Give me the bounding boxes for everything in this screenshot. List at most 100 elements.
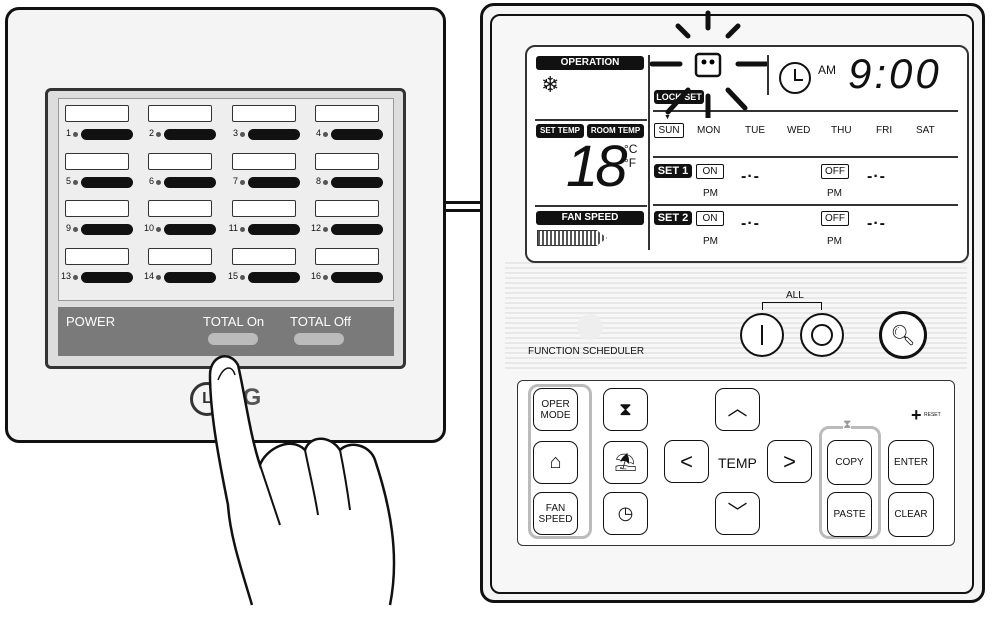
day-fri: FRI — [876, 125, 893, 136]
unit-display — [315, 248, 379, 265]
unit-led — [240, 180, 245, 185]
unit-number: 5 — [65, 176, 71, 186]
fahrenheit-unit: °F — [624, 156, 637, 170]
day-thu: THU — [831, 125, 852, 136]
unit-led — [156, 275, 161, 280]
time-display: 9:00 — [848, 50, 942, 97]
set1-on-time: -·- — [741, 168, 760, 185]
unit-number: 13 — [60, 271, 71, 281]
right-button[interactable]: > — [767, 440, 812, 483]
fan-speed-label: FAN SPEED — [536, 211, 644, 225]
unit-led — [240, 227, 245, 232]
all-on-button[interactable] — [740, 313, 784, 357]
lcd-divider — [767, 55, 769, 95]
up-button[interactable]: ︿ — [715, 388, 760, 431]
unit-button[interactable] — [248, 177, 300, 188]
copy-button[interactable]: COPY — [827, 440, 872, 485]
unit-button[interactable] — [81, 177, 133, 188]
house-thermometer-icon: ⌂ — [549, 451, 562, 473]
hourglass-small-icon: ⧗ — [843, 417, 852, 432]
total-off-label: TOTAL Off — [290, 314, 351, 329]
unit-led — [323, 227, 328, 232]
oper-mode-button[interactable]: OPER MODE — [533, 388, 578, 431]
set2-on-time: -·- — [741, 215, 760, 232]
unit-button[interactable] — [164, 272, 216, 283]
unit-led — [240, 132, 245, 137]
unit-button[interactable] — [164, 224, 216, 235]
chevron-right-icon: > — [783, 449, 796, 474]
function-scheduler-label: FUNCTION SCHEDULER — [528, 346, 645, 357]
unit-button[interactable] — [331, 272, 383, 283]
holiday-button[interactable]: ⛱ — [603, 441, 648, 484]
unit-led — [323, 180, 328, 185]
unit-button[interactable] — [164, 129, 216, 140]
unit-button[interactable] — [248, 129, 300, 140]
enter-button[interactable]: ENTER — [888, 440, 934, 485]
unit-number: 12 — [310, 223, 321, 233]
unit-button[interactable] — [331, 177, 383, 188]
set1-off-pm: PM — [827, 188, 842, 199]
lcd-divider — [535, 205, 647, 207]
unit-number: 8 — [315, 176, 321, 186]
unit-number: 14 — [143, 271, 154, 281]
hourglass-icon: ⧗ — [619, 399, 632, 419]
unit-button[interactable] — [81, 224, 133, 235]
unit-led — [73, 132, 78, 137]
room-temp-button[interactable]: ⌂ — [533, 441, 578, 484]
search-button[interactable]: 🔍︎ — [879, 311, 927, 359]
all-off-button[interactable] — [800, 313, 844, 357]
chevron-down-icon: ﹀ — [727, 502, 748, 524]
unit-number: 7 — [232, 176, 238, 186]
unit-number: 3 — [232, 128, 238, 138]
set2-on: ON — [696, 211, 724, 226]
day-tue: TUE — [745, 125, 765, 136]
set2-off-pm: PM — [827, 236, 842, 247]
connector — [446, 201, 480, 212]
down-button[interactable]: ﹀ — [715, 492, 760, 535]
day-mon: MON — [697, 125, 721, 136]
am-label: AM — [818, 63, 836, 77]
unit-button[interactable] — [164, 177, 216, 188]
unit-button[interactable] — [81, 129, 133, 140]
celsius-unit: °C — [624, 142, 638, 156]
unit-button[interactable] — [248, 272, 300, 283]
unit-display — [315, 153, 379, 170]
reset-plus-icon[interactable]: + — [911, 405, 922, 426]
unit-display — [232, 105, 296, 122]
unit-number: 4 — [315, 128, 321, 138]
unit-led — [323, 132, 328, 137]
clear-button[interactable]: CLEAR — [888, 492, 934, 537]
all-bracket — [762, 302, 822, 310]
all-label: ALL — [786, 290, 804, 301]
lcd-divider — [653, 204, 958, 206]
timer-button[interactable]: ⧗ — [603, 388, 648, 431]
fan-speed-bar-icon — [537, 230, 607, 246]
unit-display — [148, 105, 212, 122]
unit-led — [73, 275, 78, 280]
day-sat: SAT — [916, 125, 935, 136]
unit-number: 6 — [148, 176, 154, 186]
left-button[interactable]: < — [664, 440, 709, 483]
flash-icon — [649, 10, 769, 121]
beach-umbrella-icon: ⛱ — [614, 452, 637, 472]
day-wed: WED — [787, 125, 811, 136]
clock-button[interactable]: ◷ — [603, 492, 648, 535]
unit-button[interactable] — [331, 224, 383, 235]
hand-pointer — [208, 355, 396, 606]
chevron-left-icon: < — [680, 449, 693, 474]
unit-number: 10 — [143, 223, 154, 233]
unit-display — [148, 248, 212, 265]
unit-button[interactable] — [248, 224, 300, 235]
paste-button[interactable]: PASTE — [827, 492, 872, 537]
fan-speed-button[interactable]: FAN SPEED — [533, 492, 578, 535]
unit-display — [65, 248, 129, 265]
temperature-display: 18 — [566, 134, 627, 199]
clock-icon — [779, 62, 811, 94]
unit-display — [232, 200, 296, 217]
unit-button[interactable] — [331, 129, 383, 140]
set1-on-pm: PM — [703, 188, 718, 199]
unit-led — [73, 180, 78, 185]
unit-number: 16 — [310, 271, 321, 281]
total-on-label: TOTAL On — [203, 314, 265, 329]
unit-button[interactable] — [81, 272, 133, 283]
